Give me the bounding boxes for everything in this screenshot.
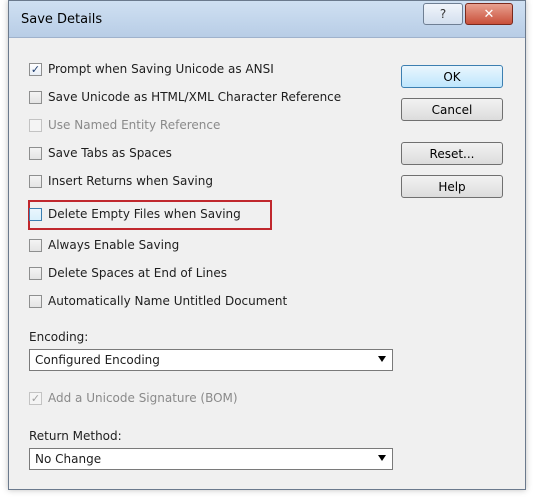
checkbox-box[interactable] bbox=[29, 266, 42, 280]
checkbox-label: Add a Unicode Signature (BOM) bbox=[48, 391, 238, 405]
encoding-value: Configured Encoding bbox=[35, 353, 160, 367]
return-method-select[interactable]: No Change bbox=[29, 448, 393, 470]
checkbox-box: ✓ bbox=[29, 391, 42, 405]
checkbox-box[interactable] bbox=[29, 294, 42, 308]
checkbox-box[interactable] bbox=[29, 90, 42, 104]
chevron-down-icon[interactable] bbox=[378, 356, 386, 362]
checkbox-insert-returns[interactable]: Insert Returns when Saving bbox=[29, 172, 213, 190]
checkbox-box[interactable] bbox=[29, 146, 42, 160]
checkbox-label: Delete Empty Files when Saving bbox=[48, 207, 241, 221]
checkbox-box[interactable] bbox=[29, 174, 42, 188]
checkbox-label: Prompt when Saving Unicode as ANSI bbox=[48, 62, 274, 76]
checkbox-label: Save Tabs as Spaces bbox=[48, 146, 172, 160]
checkbox-use-named-entity: Use Named Entity Reference bbox=[29, 116, 220, 134]
checkbox-label: Use Named Entity Reference bbox=[48, 118, 221, 132]
save-details-dialog: Save Details ? ✕ ✓ Prompt when Saving Un… bbox=[8, 0, 526, 490]
return-method-value: No Change bbox=[35, 452, 102, 466]
checkbox-label: Delete Spaces at End of Lines bbox=[48, 266, 228, 280]
checkbox-delete-empty-files[interactable]: Delete Empty Files when Saving bbox=[29, 205, 241, 223]
dialog-content: ✓ Prompt when Saving Unicode as ANSI Sav… bbox=[9, 38, 525, 489]
close-icon[interactable]: ✕ bbox=[465, 3, 513, 25]
checkbox-save-unicode-char-ref[interactable]: Save Unicode as HTML/XML Character Refer… bbox=[29, 88, 341, 106]
chevron-down-icon[interactable] bbox=[378, 455, 386, 461]
checkbox-auto-name-untitled[interactable]: Automatically Name Untitled Document bbox=[29, 292, 287, 310]
encoding-label: Encoding: bbox=[29, 330, 89, 344]
checkbox-box[interactable] bbox=[29, 207, 42, 221]
checkbox-delete-trailing-spaces[interactable]: Delete Spaces at End of Lines bbox=[29, 264, 227, 282]
checkbox-box[interactable] bbox=[29, 238, 42, 252]
ok-button[interactable]: OK bbox=[401, 65, 503, 88]
help-button[interactable]: Help bbox=[401, 175, 503, 198]
reset-button[interactable]: Reset... bbox=[401, 142, 503, 165]
cancel-button[interactable]: Cancel bbox=[401, 98, 503, 121]
checkbox-prompt-unicode-ansi[interactable]: ✓ Prompt when Saving Unicode as ANSI bbox=[29, 60, 274, 78]
return-method-label: Return Method: bbox=[29, 429, 122, 443]
title-bar: Save Details ? ✕ bbox=[9, 1, 525, 38]
checkbox-add-bom: ✓ Add a Unicode Signature (BOM) bbox=[29, 389, 238, 407]
checkbox-save-tabs-as-spaces[interactable]: Save Tabs as Spaces bbox=[29, 144, 172, 162]
dialog-title: Save Details bbox=[21, 12, 103, 27]
help-icon[interactable]: ? bbox=[423, 3, 463, 25]
checkbox-box bbox=[29, 118, 42, 132]
checkbox-label: Automatically Name Untitled Document bbox=[48, 294, 288, 308]
checkbox-label: Always Enable Saving bbox=[48, 238, 180, 252]
encoding-select[interactable]: Configured Encoding bbox=[29, 349, 393, 371]
checkbox-label: Save Unicode as HTML/XML Character Refer… bbox=[48, 90, 342, 104]
checkbox-always-enable-saving[interactable]: Always Enable Saving bbox=[29, 236, 179, 254]
checkbox-box[interactable]: ✓ bbox=[29, 62, 42, 76]
checkbox-label: Insert Returns when Saving bbox=[48, 174, 213, 188]
